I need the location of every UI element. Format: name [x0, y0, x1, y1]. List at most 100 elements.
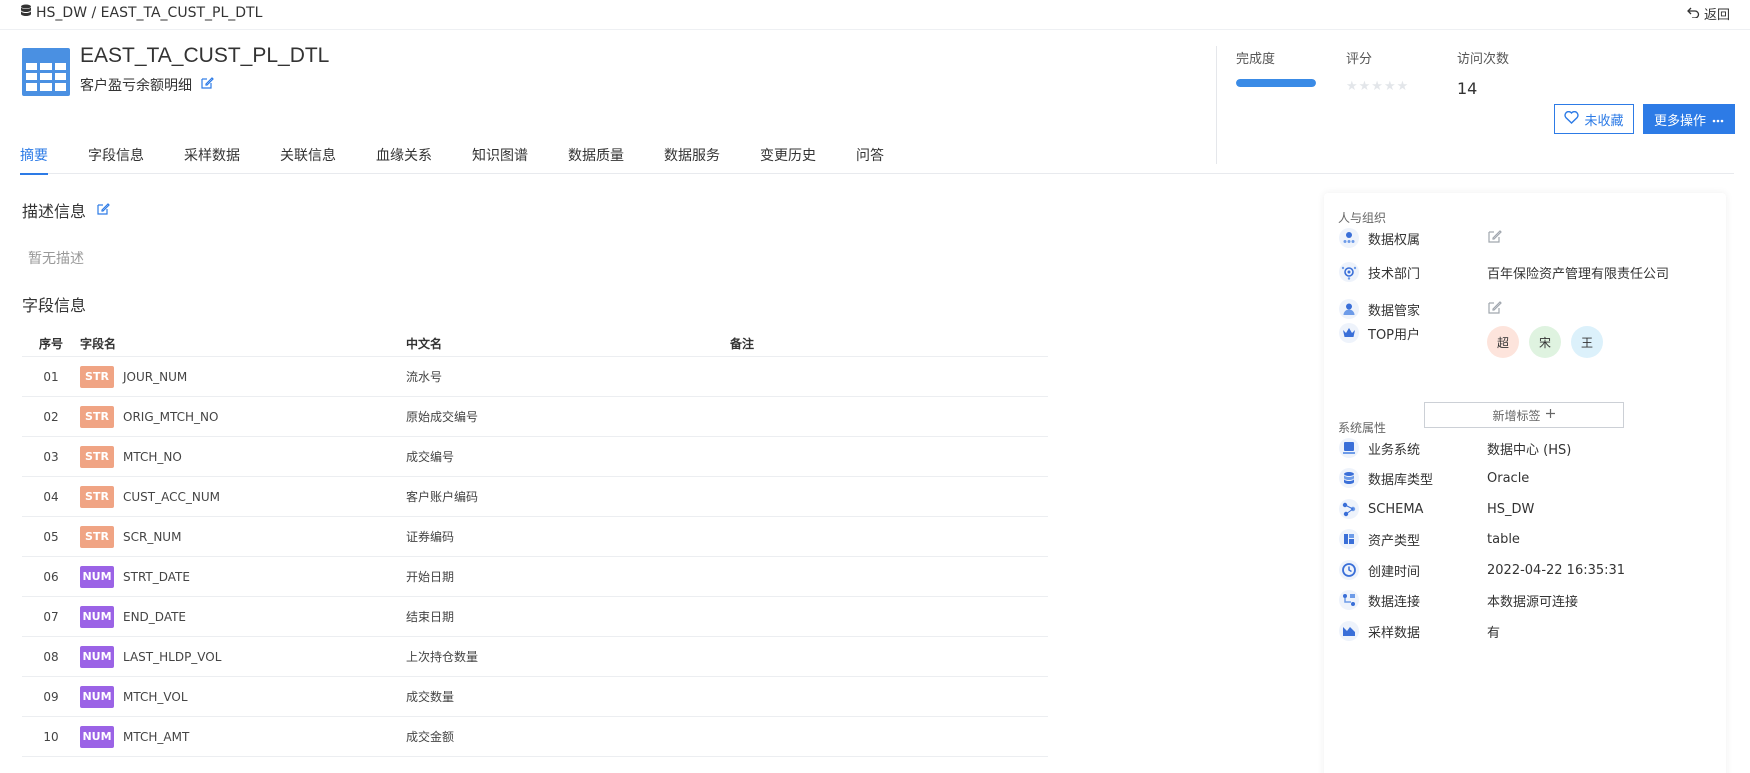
database-icon: [1338, 467, 1360, 489]
breadcrumb[interactable]: HS_DW / EAST_TA_CUST_PL_DTL: [20, 4, 262, 21]
row-name-cell: NUM LAST_HLDP_VOL: [80, 645, 406, 668]
type-badge: NUM: [80, 725, 114, 748]
tab-9[interactable]: 问答: [856, 140, 884, 174]
system-group-title: 系统属性: [1338, 421, 1387, 435]
type-badge: STR: [80, 405, 114, 428]
completeness-bar: [1236, 79, 1316, 87]
breadcrumb-text[interactable]: HS_DW / EAST_TA_CUST_PL_DTL: [36, 5, 262, 21]
tab-8[interactable]: 变更历史: [760, 140, 816, 174]
row-cn: 证券编码: [406, 530, 455, 544]
clock-icon: [1338, 559, 1360, 581]
field-name[interactable]: END_DATE: [123, 610, 186, 624]
description-title: 描述信息: [22, 202, 87, 221]
row-name-cell: STR CUST_ACC_NUM: [80, 485, 406, 508]
tab-2[interactable]: 采样数据: [184, 140, 240, 174]
system-attr-label: 数据库类型: [1368, 472, 1434, 488]
tab-5[interactable]: 知识图谱: [472, 140, 528, 174]
visits-label: 访问次数: [1457, 52, 1510, 67]
tab-4[interactable]: 血缘关系: [376, 140, 432, 174]
field-table-header: 序号 字段名 中文名 备注: [22, 331, 1048, 357]
fields-title: 字段信息: [22, 296, 87, 315]
system-attr-label: 创建时间: [1368, 564, 1421, 580]
rating-stars[interactable]: ★★★★★: [1346, 79, 1409, 94]
system-attr-label: 业务系统: [1368, 442, 1421, 458]
table-row[interactable]: 05 STR SCR_NUM 证券编码: [22, 517, 1048, 557]
field-name[interactable]: CUST_ACC_NUM: [123, 490, 220, 504]
completeness-label: 完成度: [1236, 52, 1276, 67]
avatar[interactable]: 宋: [1529, 326, 1561, 358]
system-attr-label: 采样数据: [1368, 625, 1421, 641]
schema-icon: [1338, 498, 1360, 520]
more-actions-button[interactable]: 更多操作: [1643, 104, 1735, 134]
table-row[interactable]: 06 NUM STRT_DATE 开始日期: [22, 557, 1048, 597]
edit-description-icon[interactable]: [96, 201, 110, 220]
field-name[interactable]: LAST_HLDP_VOL: [123, 650, 221, 664]
database-icon: [20, 4, 32, 21]
tab-0[interactable]: 摘要: [20, 140, 48, 175]
department-icon: [1338, 261, 1360, 283]
row-name-cell: NUM END_DATE: [80, 605, 406, 628]
field-name[interactable]: ORIG_MTCH_NO: [123, 410, 218, 424]
row-name-cell: NUM STRT_DATE: [80, 565, 406, 588]
avatar[interactable]: 王: [1571, 326, 1603, 358]
row-no: 07: [43, 609, 59, 624]
field-name[interactable]: STRT_DATE: [123, 570, 190, 584]
favorite-button[interactable]: 未收藏: [1554, 104, 1634, 134]
add-tag-button[interactable]: 新增标签: [1424, 402, 1624, 428]
stat-completeness: 完成度: [1236, 48, 1316, 87]
table-row[interactable]: 01 STR JOUR_NUM 流水号: [22, 357, 1048, 397]
row-name-cell: NUM MTCH_AMT: [80, 725, 406, 748]
type-badge: STR: [80, 525, 114, 548]
table-icon: [22, 48, 70, 96]
attr-tech-dept: 技术部门 百年保险资产管理有限责任公司: [1338, 260, 1718, 284]
edit-steward-icon[interactable]: [1487, 300, 1502, 319]
more-actions-label: 更多操作: [1653, 113, 1706, 129]
field-name[interactable]: MTCH_NO: [123, 450, 182, 464]
field-name[interactable]: MTCH_AMT: [123, 730, 189, 744]
owner-icon: [1338, 227, 1360, 249]
system-attr-label: 资产类型: [1368, 533, 1421, 549]
tab-3[interactable]: 关联信息: [280, 140, 336, 174]
row-name-cell: STR ORIG_MTCH_NO: [80, 405, 406, 428]
page-title: EAST_TA_CUST_PL_DTL: [80, 44, 330, 67]
table-row[interactable]: 02 STR ORIG_MTCH_NO 原始成交编号: [22, 397, 1048, 437]
table-row[interactable]: 03 STR MTCH_NO 成交编号: [22, 437, 1048, 477]
type-badge: STR: [80, 485, 114, 508]
field-name[interactable]: JOUR_NUM: [123, 370, 187, 384]
type-badge: NUM: [80, 685, 114, 708]
system-attr-row: 数据连接 本数据源可连接: [1338, 588, 1718, 612]
row-cn: 开始日期: [406, 570, 455, 584]
row-no: 04: [43, 489, 59, 504]
row-no: 02: [43, 409, 59, 424]
type-badge: NUM: [80, 605, 114, 628]
attr-top-users: TOP用户 超宋王: [1338, 322, 1718, 362]
top-bar: HS_DW / EAST_TA_CUST_PL_DTL 返回: [0, 0, 1750, 30]
field-name[interactable]: MTCH_VOL: [123, 690, 188, 704]
system-attr-row: 数据库类型 Oracle: [1338, 466, 1718, 490]
row-name-cell: STR SCR_NUM: [80, 525, 406, 548]
edit-icon[interactable]: [200, 76, 214, 94]
type-badge: STR: [80, 365, 114, 388]
undo-icon: [1687, 6, 1700, 22]
back-button[interactable]: 返回: [1687, 4, 1730, 23]
tech-dept-label: 技术部门: [1368, 266, 1421, 282]
tab-6[interactable]: 数据质量: [568, 140, 624, 174]
system-attr-value: 本数据源可连接: [1487, 594, 1579, 610]
top-users-label: TOP用户: [1368, 328, 1421, 343]
system-attr-row: SCHEMA HS_DW: [1338, 497, 1718, 521]
table-row[interactable]: 07 NUM END_DATE 结束日期: [22, 597, 1048, 637]
connection-icon: [1338, 589, 1360, 611]
visits-value: 14: [1457, 79, 1478, 98]
system-attr-value: 数据中心 (HS): [1487, 442, 1572, 458]
tab-1[interactable]: 字段信息: [88, 140, 144, 174]
edit-owner-icon[interactable]: [1487, 229, 1502, 248]
avatar[interactable]: 超: [1487, 326, 1519, 358]
table-row[interactable]: 04 STR CUST_ACC_NUM 客户账户编码: [22, 477, 1048, 517]
table-row[interactable]: 10 NUM MTCH_AMT 成交金额: [22, 717, 1048, 757]
tab-7[interactable]: 数据服务: [664, 140, 720, 174]
field-name[interactable]: SCR_NUM: [123, 530, 181, 544]
table-row[interactable]: 09 NUM MTCH_VOL 成交数量: [22, 677, 1048, 717]
table-row[interactable]: 08 NUM LAST_HLDP_VOL 上次持仓数量: [22, 637, 1048, 677]
page-subtitle: 客户盈亏余额明细: [80, 75, 214, 95]
tab-bar: 摘要 字段信息 采样数据 关联信息 血缘关系 知识图谱 数据质量 数据服务 变更历史 问答: [20, 140, 1734, 175]
